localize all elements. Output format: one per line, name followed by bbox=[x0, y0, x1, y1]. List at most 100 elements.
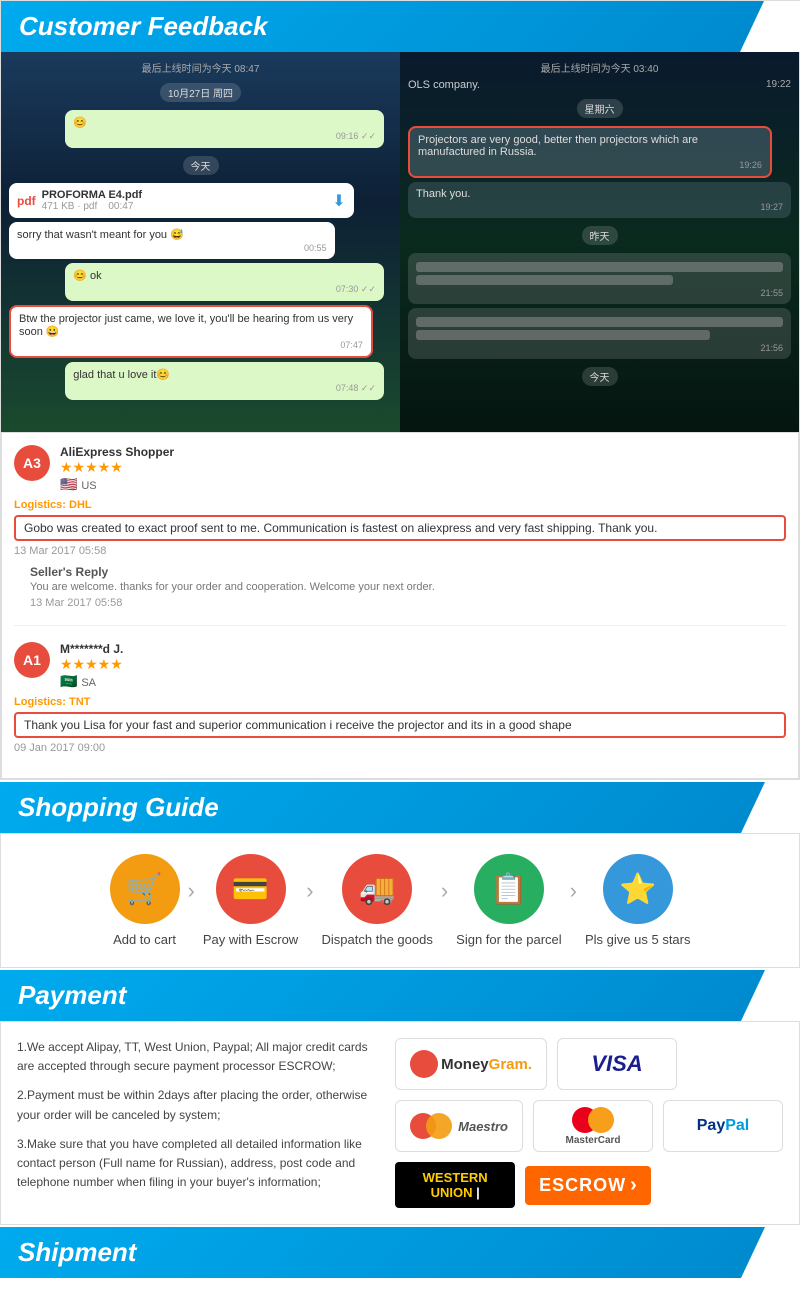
escrow-logo: ESCROW bbox=[539, 1175, 626, 1196]
escrow-chevron: › bbox=[630, 1174, 637, 1197]
review-date-1: 13 Mar 2017 05:58 bbox=[14, 545, 786, 557]
payment-para-1: 1.We accept Alipay, TT, West Union, Payp… bbox=[17, 1038, 375, 1076]
arrow-1: › bbox=[188, 878, 195, 924]
escrow-logo-box: ESCROW › bbox=[525, 1166, 651, 1205]
review-text-2: Thank you Lisa for your fast and superio… bbox=[14, 712, 786, 738]
step-label-sign: Sign for the parcel bbox=[456, 932, 562, 947]
reviewer-name-1: AliExpress Shopper bbox=[60, 445, 786, 459]
reviewer-header-1: A3 AliExpress Shopper ★★★★★ 🇺🇸 US bbox=[14, 445, 786, 493]
step-label-escrow: Pay with Escrow bbox=[203, 932, 298, 947]
review-item-2: A1 M*******d J. ★★★★★ 🇸🇦 SA Logistics: T… bbox=[14, 642, 786, 766]
step-five-stars: ⭐ Pls give us 5 stars bbox=[585, 854, 691, 947]
chat-bubble-thankyou: Thank you. 19:27 bbox=[408, 182, 791, 218]
chat-right-header: 最后上线时间为今天 03:40 bbox=[408, 60, 791, 75]
payment-text-block: 1.We accept Alipay, TT, West Union, Payp… bbox=[17, 1038, 375, 1208]
arrow-3: › bbox=[441, 878, 448, 924]
payment-para-2: 2.Payment must be within 2days after pla… bbox=[17, 1086, 375, 1124]
avatar-2: A1 bbox=[14, 642, 50, 678]
moneygram-logo: MoneyGram. bbox=[410, 1050, 532, 1078]
visa-logo-box: VISA bbox=[557, 1038, 677, 1090]
step-icon-dispatch: 🚚 bbox=[342, 854, 412, 924]
customer-feedback-section: Customer Feedback 最后上线时间为今天 08:47 10月27日… bbox=[0, 0, 800, 780]
shipment-title: Shipment bbox=[18, 1237, 136, 1268]
reviewer-info-2: M*******d J. ★★★★★ 🇸🇦 SA bbox=[60, 642, 786, 690]
chat-bubble-glad: glad that u love it😊 07:48 ✓✓ bbox=[65, 362, 384, 400]
arrow-4: › bbox=[570, 878, 577, 924]
paypal-logo: PayPal bbox=[697, 1117, 749, 1135]
visa-logo: VISA bbox=[591, 1051, 642, 1077]
chat-left-panel: 最后上线时间为今天 08:47 10月27日 周四 😊 09:16 ✓✓ 今天 … bbox=[1, 52, 400, 432]
step-add-to-cart: 🛒 Add to cart bbox=[110, 854, 180, 947]
maestro-logo: Maestro bbox=[410, 1113, 508, 1139]
moneygram-logo-box: MoneyGram. bbox=[395, 1038, 547, 1090]
mastercard-logo-box: MasterCard bbox=[533, 1100, 653, 1152]
mastercard-logo: MasterCard bbox=[565, 1107, 620, 1146]
chat-time: 09:16 ✓✓ bbox=[73, 131, 376, 142]
flag-1: 🇺🇸 US bbox=[60, 476, 786, 493]
review-item-1: A3 AliExpress Shopper ★★★★★ 🇺🇸 US Logist… bbox=[14, 445, 786, 626]
payment-header: Payment bbox=[0, 970, 800, 1021]
chat-left-header: 最后上线时间为今天 08:47 bbox=[9, 60, 392, 75]
stars-2: ★★★★★ bbox=[60, 656, 786, 673]
chat-date-today-1: 今天 bbox=[183, 156, 219, 175]
step-sign-parcel: 📋 Sign for the parcel bbox=[456, 854, 562, 947]
payment-logos-block: MoneyGram. VISA Maestro bbox=[395, 1038, 783, 1208]
payment-inner: 1.We accept Alipay, TT, West Union, Payp… bbox=[17, 1038, 783, 1208]
chat-bubble-sorry: sorry that wasn't meant for you 😅 00:55 bbox=[9, 222, 335, 259]
download-icon[interactable]: ⬇ bbox=[332, 191, 345, 211]
chat-bubble-blurred-1: 21:55 bbox=[408, 253, 791, 304]
file-name: PROFORMA E4.pdf bbox=[42, 189, 142, 201]
company-label: OLS company. 19:22 bbox=[408, 79, 791, 91]
logo-row-3: WESTERNUNION | ESCROW › bbox=[395, 1162, 783, 1208]
step-icon-stars: ⭐ bbox=[603, 854, 673, 924]
seller-reply-text-1: You are welcome. thanks for your order a… bbox=[30, 581, 786, 593]
shipment-header: Shipment bbox=[0, 1227, 800, 1278]
step-icon-cart: 🛒 bbox=[110, 854, 180, 924]
shipment-section: Shipment bbox=[0, 1227, 800, 1278]
chat-file-attachment: pdf PROFORMA E4.pdf 471 KB · pdf 00:47 ⬇ bbox=[9, 183, 354, 218]
logo-row-2: Maestro MasterCard PayPal bbox=[395, 1100, 783, 1152]
avatar-1: A3 bbox=[14, 445, 50, 481]
chat-bubble-ok: 😊 ok 07:30 ✓✓ bbox=[65, 263, 384, 301]
steps-row: 🛒 Add to cart › 💳 Pay with Escrow › 🚚 Di… bbox=[11, 854, 789, 947]
logistics-2: Logistics: TNT bbox=[14, 696, 786, 708]
chat-right-panel: 最后上线时间为今天 03:40 OLS company. 19:22 星期六 P… bbox=[400, 52, 799, 432]
logo-row-1: MoneyGram. VISA bbox=[395, 1038, 783, 1090]
chat-date-yesterday: 昨天 bbox=[582, 226, 618, 245]
logistics-1: Logistics: DHL bbox=[14, 499, 786, 511]
step-icon-sign: 📋 bbox=[474, 854, 544, 924]
seller-reply-label-1: Seller's Reply bbox=[30, 565, 786, 579]
payment-title: Payment bbox=[18, 980, 126, 1011]
chat-date-badge-weekday: 星期六 bbox=[577, 99, 623, 118]
step-dispatch: 🚚 Dispatch the goods bbox=[322, 854, 433, 947]
step-label-dispatch: Dispatch the goods bbox=[322, 932, 433, 947]
file-size: 471 KB · pdf 00:47 bbox=[42, 201, 142, 212]
review-date-2: 09 Jan 2017 09:00 bbox=[14, 742, 786, 754]
shopping-guide-header: Shopping Guide bbox=[0, 782, 800, 833]
step-label-stars: Pls give us 5 stars bbox=[585, 932, 691, 947]
review-text-1: Gobo was created to exact proof sent to … bbox=[14, 515, 786, 541]
step-pay-escrow: 💳 Pay with Escrow bbox=[203, 854, 298, 947]
payment-section: Payment 1.We accept Alipay, TT, West Uni… bbox=[0, 970, 800, 1225]
western-union-logo: WESTERNUNION | bbox=[423, 1170, 488, 1200]
shopping-guide-title: Shopping Guide bbox=[18, 792, 219, 823]
reviewer-name-2: M*******d J. bbox=[60, 642, 786, 656]
pdf-icon: pdf bbox=[17, 194, 36, 208]
customer-feedback-header: Customer Feedback bbox=[1, 1, 799, 52]
maestro-logo-box: Maestro bbox=[395, 1100, 523, 1152]
step-label-cart: Add to cart bbox=[113, 932, 176, 947]
reviews-section: A3 AliExpress Shopper ★★★★★ 🇺🇸 US Logist… bbox=[1, 432, 799, 779]
reviewer-info-1: AliExpress Shopper ★★★★★ 🇺🇸 US bbox=[60, 445, 786, 493]
flag-2: 🇸🇦 SA bbox=[60, 673, 786, 690]
chat-bubble-emoji-right: 😊 09:16 ✓✓ bbox=[65, 110, 384, 148]
seller-reply-date-1: 13 Mar 2017 05:58 bbox=[30, 597, 786, 609]
chat-area: 最后上线时间为今天 08:47 10月27日 周四 😊 09:16 ✓✓ 今天 … bbox=[1, 52, 799, 432]
step-icon-escrow: 💳 bbox=[216, 854, 286, 924]
reviewer-header-2: A1 M*******d J. ★★★★★ 🇸🇦 SA bbox=[14, 642, 786, 690]
chat-bubble-projector: Btw the projector just came, we love it,… bbox=[9, 305, 373, 358]
paypal-logo-box: PayPal bbox=[663, 1100, 783, 1152]
chat-date-badge-1: 10月27日 周四 bbox=[160, 83, 241, 102]
chat-bubble-projectors-good: Projectors are very good, better then pr… bbox=[408, 126, 772, 178]
shopping-guide-content: 🛒 Add to cart › 💳 Pay with Escrow › 🚚 Di… bbox=[0, 833, 800, 968]
payment-para-3: 3.Make sure that you have completed all … bbox=[17, 1135, 375, 1193]
